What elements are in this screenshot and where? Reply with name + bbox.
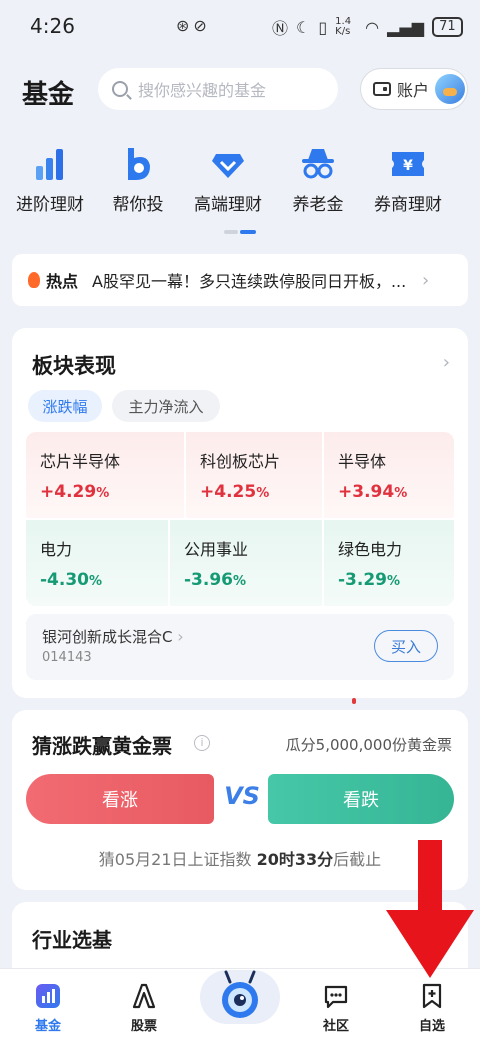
sector-title: 板块表现 bbox=[32, 354, 116, 378]
diamond-icon bbox=[208, 144, 248, 184]
quick-nav-advanced[interactable]: 进阶理财 bbox=[2, 140, 98, 215]
page-title: 基金 bbox=[22, 80, 75, 110]
mascot-button[interactable] bbox=[200, 970, 280, 1024]
chevron-right-icon: › bbox=[422, 269, 430, 291]
account-label: 账户 bbox=[397, 81, 430, 100]
hot-news-banner[interactable]: 热点 A股罕见一幕！多只连续跌停股同日开板，... › bbox=[12, 254, 468, 306]
quick-nav-broker[interactable]: ¥ 券商理财 bbox=[360, 140, 456, 215]
quick-nav-help-invest[interactable]: 帮你投 bbox=[90, 140, 186, 215]
sector-cell[interactable]: 公用事业 -3.96% bbox=[170, 520, 322, 606]
chart-icon bbox=[35, 983, 61, 1009]
tab-watchlist[interactable]: 自选 bbox=[392, 983, 472, 1034]
chat-icon bbox=[323, 983, 349, 1009]
sector-change: -4.30 bbox=[40, 570, 89, 590]
tab-change-rate[interactable]: 涨跌幅 bbox=[28, 390, 102, 422]
chevron-right-icon[interactable]: › bbox=[443, 352, 450, 373]
vs-label: VS bbox=[224, 782, 260, 810]
stock-a-icon bbox=[131, 983, 157, 1009]
red-arrow-annotation bbox=[386, 840, 474, 978]
quick-nav-label: 券商理财 bbox=[374, 195, 442, 215]
sector-cell[interactable]: 科创板芯片 +4.25% bbox=[186, 432, 322, 518]
chevron-right-icon: › bbox=[177, 627, 184, 646]
quick-nav-pension[interactable]: 养老金 bbox=[270, 140, 366, 215]
quick-nav-label: 帮你投 bbox=[112, 195, 164, 215]
sector-name: 芯片半导体 bbox=[40, 452, 121, 471]
vibrate-icon: ▯ bbox=[318, 17, 328, 37]
sector-change: -3.29 bbox=[338, 570, 387, 590]
sector-change-unit: % bbox=[387, 574, 401, 589]
info-icon[interactable]: i bbox=[194, 735, 210, 751]
status-time: 4:26 bbox=[30, 14, 75, 38]
bullish-button[interactable]: 看涨 bbox=[26, 774, 214, 824]
bar-chart-icon bbox=[30, 144, 70, 184]
quick-nav: 进阶理财 帮你投 高端理财 养老金 ¥ 券商理财 bbox=[0, 140, 480, 220]
flame-icon bbox=[28, 272, 40, 288]
sector-performance-card: 板块表现 › 涨跌幅 主力净流入 芯片半导体 +4.29% 科创板芯片 +4.2… bbox=[12, 328, 468, 698]
search-input[interactable]: 搜你感兴趣的基金 bbox=[98, 68, 338, 110]
tab-fund[interactable]: 基金 bbox=[8, 983, 88, 1034]
sector-change: +3.94 bbox=[338, 482, 395, 502]
fund-name: 银河创新成长混合C › bbox=[42, 627, 184, 646]
tab-label: 自选 bbox=[418, 1019, 445, 1034]
bookmark-plus-icon bbox=[419, 983, 445, 1009]
wallet-icon bbox=[373, 82, 391, 96]
search-icon bbox=[112, 81, 128, 97]
incognito-icon bbox=[298, 144, 338, 184]
quick-nav-premium[interactable]: 高端理财 bbox=[180, 140, 276, 215]
fund-recommendation[interactable]: 银河创新成长混合C › 014143 买入 bbox=[26, 614, 454, 680]
ticket-yen-icon: ¥ bbox=[388, 144, 428, 184]
quick-nav-label: 高端理财 bbox=[194, 195, 262, 215]
guess-title: 猜涨跌赢黄金票 bbox=[32, 734, 172, 758]
tab-label: 股票 bbox=[130, 1019, 157, 1034]
hot-news-tag: 热点 bbox=[46, 272, 79, 291]
tab-stocks[interactable]: 股票 bbox=[104, 983, 184, 1034]
tab-community[interactable]: 社区 bbox=[296, 983, 376, 1034]
hot-news-text: A股罕见一幕！多只连续跌停股同日开板，... bbox=[92, 272, 407, 291]
net-speed: 1.4 K/s bbox=[335, 16, 352, 37]
sector-name: 电力 bbox=[40, 540, 73, 559]
bearish-button[interactable]: 看跌 bbox=[268, 774, 454, 824]
b-logo-icon bbox=[118, 144, 158, 184]
search-placeholder: 搜你感兴趣的基金 bbox=[138, 81, 267, 100]
battery-indicator: 71 bbox=[432, 17, 463, 37]
moon-icon: ☾ bbox=[296, 17, 311, 37]
signal-icon: ▂▄▆ bbox=[387, 17, 425, 37]
tab-label: 社区 bbox=[322, 1019, 349, 1034]
sector-cell[interactable]: 半导体 +3.94% bbox=[324, 432, 454, 518]
sector-change: +4.29 bbox=[40, 482, 97, 502]
status-app-icons: ⊛⊘ bbox=[176, 16, 211, 35]
sector-name: 科创板芯片 bbox=[200, 452, 281, 471]
quick-nav-label: 养老金 bbox=[292, 195, 344, 215]
sector-cell[interactable]: 芯片半导体 +4.29% bbox=[26, 432, 184, 518]
status-indicators: Ⓝ ☾ ▯ 1.4 K/s ◠ ▂▄▆ 71 bbox=[272, 15, 463, 39]
industry-title: 行业选基 bbox=[32, 928, 112, 952]
nfc-icon: Ⓝ bbox=[272, 19, 289, 38]
wifi-icon: ◠ bbox=[365, 17, 380, 37]
tab-label: 基金 bbox=[34, 1019, 61, 1034]
sector-name: 半导体 bbox=[338, 452, 387, 471]
tab-net-inflow[interactable]: 主力净流入 bbox=[112, 390, 220, 422]
sector-name: 绿色电力 bbox=[338, 540, 403, 559]
sector-change: -3.96 bbox=[184, 570, 233, 590]
sector-change-unit: % bbox=[96, 486, 110, 501]
sector-change-unit: % bbox=[233, 574, 247, 589]
guess-prize: 瓜分5,000,000份黄金票 bbox=[285, 736, 452, 754]
page-indicator bbox=[224, 230, 258, 234]
sector-change-unit: % bbox=[394, 486, 408, 501]
fund-code: 014143 bbox=[42, 650, 92, 665]
avatar bbox=[435, 74, 466, 104]
svg-text:¥: ¥ bbox=[403, 158, 413, 174]
buy-button[interactable]: 买入 bbox=[374, 630, 438, 662]
sector-name: 公用事业 bbox=[184, 540, 249, 559]
scroll-marker bbox=[352, 698, 356, 704]
sector-change: +4.25 bbox=[200, 482, 257, 502]
sector-change-unit: % bbox=[89, 574, 103, 589]
quick-nav-label: 进阶理财 bbox=[16, 195, 84, 215]
sector-cell[interactable]: 电力 -4.30% bbox=[26, 520, 168, 606]
mascot-icon bbox=[222, 970, 258, 1018]
sector-cell[interactable]: 绿色电力 -3.29% bbox=[324, 520, 454, 606]
account-button[interactable]: 账户 bbox=[360, 68, 468, 110]
status-bar: 4:26 ⊛⊘ Ⓝ ☾ ▯ 1.4 K/s ◠ ▂▄▆ 71 bbox=[0, 0, 480, 56]
sector-change-unit: % bbox=[256, 486, 270, 501]
